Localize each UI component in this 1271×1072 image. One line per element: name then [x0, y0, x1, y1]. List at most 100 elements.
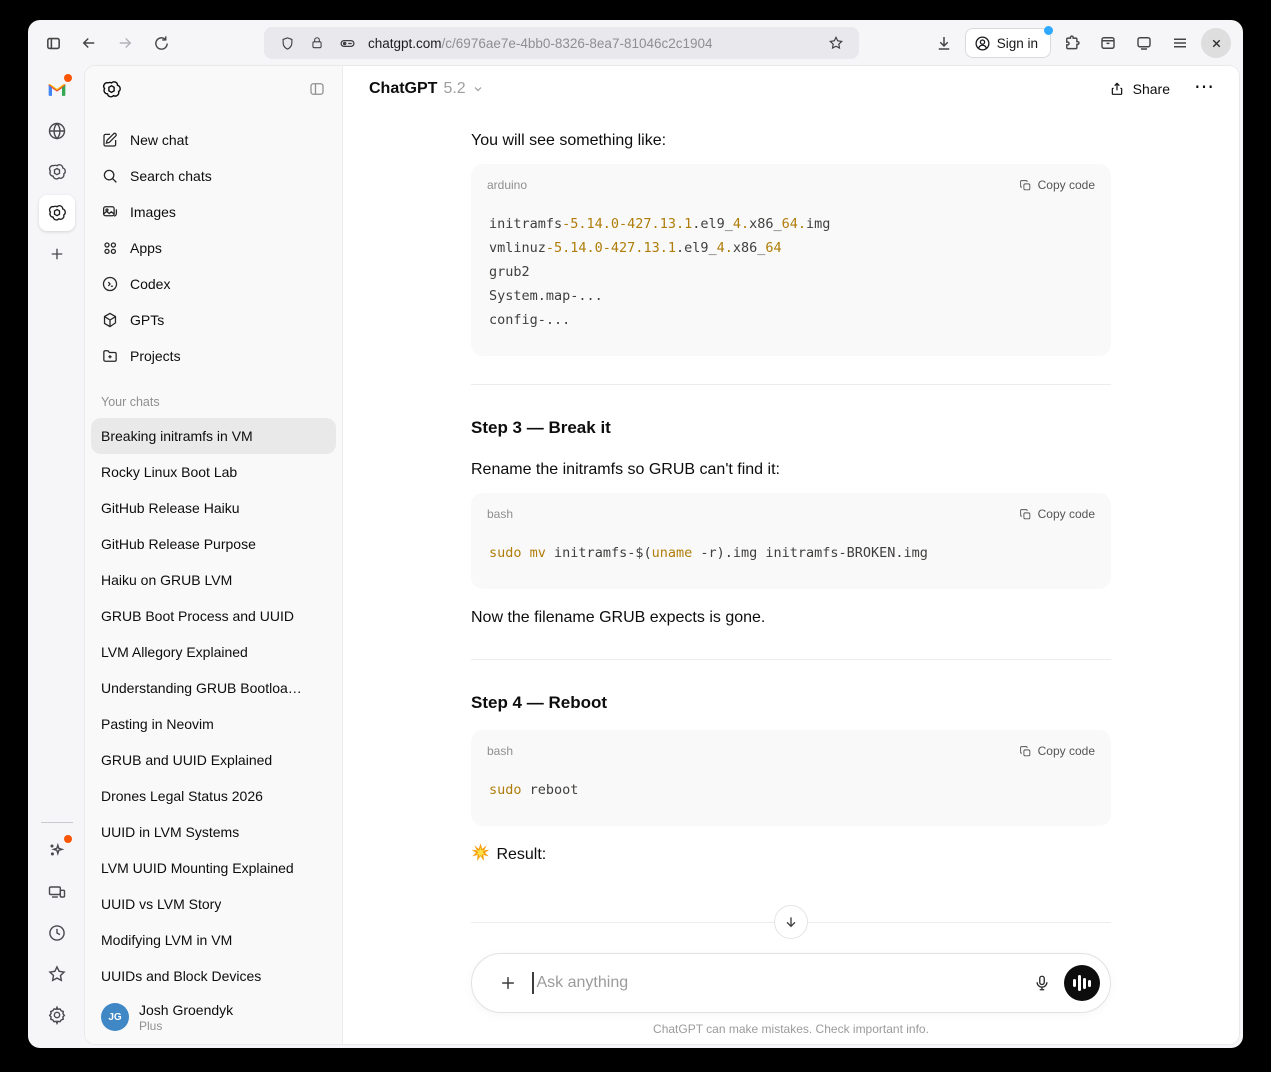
chat-item[interactable]: LVM Allegory Explained — [91, 634, 336, 670]
openai-logo-icon — [101, 79, 122, 100]
sidebar-toggle-icon[interactable] — [38, 28, 68, 58]
chatgpt-sidebar: New chat Search chats Images Apps Codex GPTs P… — [85, 66, 343, 1044]
back-icon[interactable] — [74, 28, 104, 58]
settings-button[interactable] — [39, 997, 75, 1033]
chat-item[interactable]: Pasting in Neovim — [91, 706, 336, 742]
collapse-sidebar-icon[interactable] — [308, 80, 326, 98]
voice-mode-button[interactable] — [1064, 965, 1100, 1001]
devices-icon — [48, 886, 65, 898]
code-line: sudo reboot — [489, 782, 579, 798]
sidebar-item-label: GPTs — [130, 312, 165, 328]
message-paragraph: Result: — [471, 842, 1111, 868]
url-path: /c/6976ae7e-4bb0-8326-8ea7-81046c2c1904 — [441, 35, 713, 51]
message-paragraph: Now the filename GRUB expects is gone. — [471, 605, 1111, 631]
chat-item[interactable]: UUIDs and Block Devices — [91, 958, 336, 990]
chatgpt-tab[interactable] — [39, 154, 75, 190]
chat-header: ChatGPT 5.2 Share ⋯ — [343, 66, 1239, 112]
url-bar[interactable]: chatgpt.com/c/6976ae7e-4bb0-8326-8ea7-81… — [264, 27, 859, 59]
menu-icon[interactable] — [1165, 28, 1195, 58]
downloads-icon[interactable] — [929, 28, 959, 58]
copy-code-button[interactable]: Copy code — [1019, 507, 1095, 521]
user-plan-badge: Plus — [139, 1019, 163, 1033]
globe-icon — [48, 122, 65, 140]
ai-features-button[interactable] — [39, 833, 75, 869]
text: Now the filename GRUB expects is gone. — [471, 609, 766, 626]
chat-title: GitHub Release Haiku — [101, 500, 240, 516]
input-placeholder: Ask anything — [536, 974, 629, 991]
scroll-down-row — [471, 905, 1111, 939]
history-button[interactable] — [39, 915, 75, 951]
new-tab-button[interactable] — [39, 236, 75, 272]
images-icon — [101, 203, 119, 221]
chat-title: GRUB and UUID Explained — [101, 752, 273, 768]
permissions-icon[interactable] — [334, 30, 360, 56]
sidebar-item-search-chats[interactable]: Search chats — [91, 158, 336, 194]
close-icon[interactable] — [1201, 28, 1231, 58]
toolbar-left-group — [38, 28, 176, 58]
sidebar-item-images[interactable]: Images — [91, 194, 336, 230]
gmail-pinned-tab[interactable] — [39, 72, 75, 108]
reload-icon[interactable] — [146, 28, 176, 58]
conversation-scroll-area[interactable]: You will see something like: arduino Copy … — [343, 112, 1239, 883]
chat-item[interactable]: Haiku on GRUB LVM — [91, 562, 336, 598]
bookmarks-button[interactable] — [39, 956, 75, 992]
code-language-label: arduino — [487, 178, 528, 192]
gpts-icon — [101, 311, 119, 329]
chat-item[interactable]: GitHub Release Haiku — [91, 490, 336, 526]
model-version: 5.2 — [443, 80, 466, 97]
account-icon — [975, 35, 990, 51]
bookmark-star-icon[interactable] — [823, 30, 849, 56]
chat-item[interactable]: GitHub Release Purpose — [91, 526, 336, 562]
scroll-to-bottom-button[interactable] — [774, 905, 808, 939]
sidebar-item-projects[interactable]: Projects — [91, 338, 336, 374]
code-line: grub2 — [489, 264, 530, 280]
chat-title: GRUB Boot Process and UUID — [101, 608, 294, 624]
tab-overview-icon[interactable] — [1129, 28, 1159, 58]
chat-item[interactable]: Modifying LVM in VM — [91, 922, 336, 958]
chat-item[interactable]: UUID in LVM Systems — [91, 814, 336, 850]
forward-icon[interactable] — [110, 28, 140, 58]
sign-in-button[interactable]: Sign in — [964, 26, 1053, 58]
lock-icon[interactable] — [304, 30, 330, 56]
sidebar-item-codex[interactable]: Codex — [91, 266, 336, 302]
chat-item[interactable]: Rocky Linux Boot Lab — [91, 454, 336, 490]
sidebar-item-apps[interactable]: Apps — [91, 230, 336, 266]
chat-item[interactable]: Drones Legal Status 2026 — [91, 778, 336, 814]
shield-icon[interactable] — [274, 30, 300, 56]
sparkles-icon — [49, 842, 64, 856]
chat-item[interactable]: UUID vs LVM Story — [91, 886, 336, 922]
clock-icon — [48, 925, 65, 941]
sidebar-item-label: Codex — [130, 276, 171, 292]
sidebar-item-label: Images — [130, 204, 176, 220]
chat-title: Haiku on GRUB LVM — [101, 572, 233, 588]
chatgpt-active-tab[interactable] — [38, 195, 75, 231]
dictate-mic-icon[interactable] — [1026, 967, 1058, 999]
chat-item[interactable]: LVM UUID Mounting Explained — [91, 850, 336, 886]
copy-code-button[interactable]: Copy code — [1019, 744, 1095, 758]
code-language-label: bash — [487, 507, 514, 521]
synced-devices-button[interactable] — [39, 874, 75, 910]
model-switcher[interactable]: ChatGPT 5.2 — [363, 76, 490, 102]
library-icon[interactable] — [1093, 28, 1123, 58]
chat-title: Modifying LVM in VM — [101, 932, 233, 948]
more-options-icon[interactable]: ⋯ — [1188, 74, 1221, 105]
chat-item[interactable]: GRUB Boot Process and UUID — [91, 598, 336, 634]
chat-item[interactable]: Understanding GRUB Bootloa… — [91, 670, 336, 706]
user-account-row[interactable]: JG Josh Groendyk Plus — [85, 990, 342, 1044]
sidebar-item-gpts[interactable]: GPTs — [91, 302, 336, 338]
extensions-icon[interactable] — [1057, 28, 1087, 58]
workspace-globe-tab[interactable] — [39, 113, 75, 149]
copy-code-button[interactable]: Copy code — [1019, 178, 1095, 192]
code-block: arduino Copy code initramfs-5.14.0-427.13.… — [471, 164, 1111, 356]
chat-item[interactable]: Breaking initramfs in VM — [91, 418, 336, 454]
attach-plus-icon[interactable] — [496, 971, 520, 995]
plus-icon — [51, 248, 62, 260]
sidebar-item-new-chat[interactable]: New chat — [91, 122, 336, 158]
page-panel: New chat Search chats Images Apps Codex GPTs P… — [85, 66, 1239, 1044]
share-button[interactable]: Share — [1101, 75, 1178, 103]
message-input[interactable]: Ask anything — [532, 972, 1026, 994]
codex-icon — [101, 275, 119, 293]
toolbar-right-group: Sign in — [929, 26, 1231, 58]
assistant-message: You will see something like: arduino Copy … — [471, 128, 1111, 883]
chat-item[interactable]: GRUB and UUID Explained — [91, 742, 336, 778]
